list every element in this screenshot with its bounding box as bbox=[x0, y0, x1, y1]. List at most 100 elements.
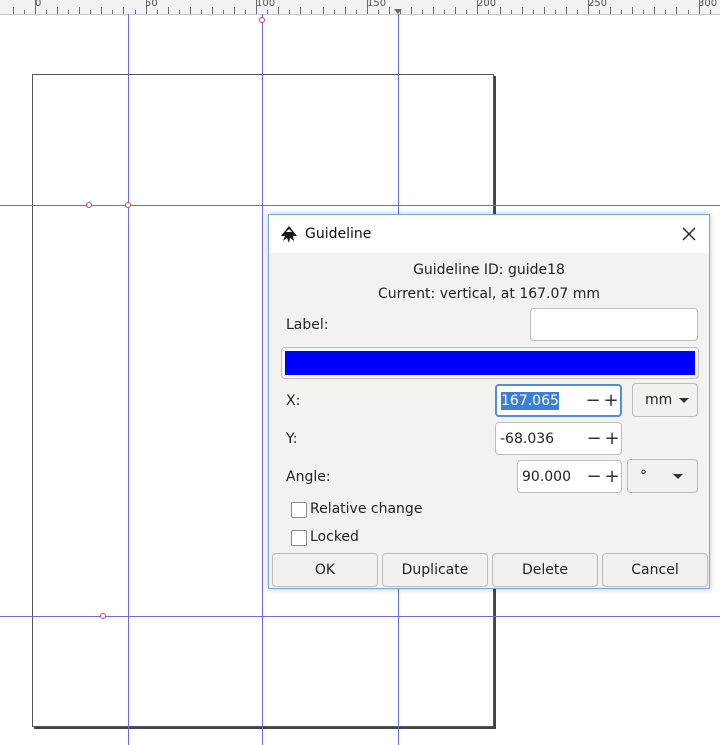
y-increment-button[interactable]: + bbox=[603, 423, 621, 454]
y-caption: Y: bbox=[286, 431, 298, 447]
ruler-tick bbox=[345, 7, 346, 14]
ruler-tick bbox=[35, 0, 36, 14]
x-decrement-button[interactable]: − bbox=[584, 386, 602, 415]
minus-icon: − bbox=[586, 428, 602, 449]
ruler-tick bbox=[511, 10, 512, 14]
ruler-label-150: 150 bbox=[367, 0, 387, 9]
delete-button[interactable]: Delete bbox=[492, 553, 598, 587]
y-decrement-button[interactable]: − bbox=[585, 423, 603, 454]
ruler-tick bbox=[654, 7, 655, 14]
ruler-tick bbox=[68, 10, 69, 14]
ruler-tick bbox=[267, 10, 268, 14]
ruler-tick bbox=[632, 7, 633, 14]
guideline-id-text: Guideline ID: guide18 bbox=[413, 262, 565, 278]
ok-button[interactable]: OK bbox=[272, 553, 378, 587]
ruler-tick bbox=[245, 10, 246, 14]
ruler-tick bbox=[466, 10, 467, 14]
ruler-tick bbox=[566, 7, 567, 14]
ruler-tick bbox=[201, 10, 202, 14]
ruler-tick bbox=[710, 10, 711, 14]
x-increment-button[interactable]: + bbox=[602, 386, 620, 415]
ruler-tick bbox=[676, 7, 677, 14]
ruler-tick bbox=[455, 7, 456, 14]
cancel-button[interactable]: Cancel bbox=[602, 553, 708, 587]
ruler-tick bbox=[256, 0, 257, 14]
label-input[interactable] bbox=[530, 308, 698, 341]
label-caption: Label: bbox=[286, 317, 329, 333]
ruler-tick bbox=[300, 7, 301, 14]
ruler-tick bbox=[577, 10, 578, 14]
unit-dropdown[interactable]: mm bbox=[632, 383, 698, 417]
ruler-tick bbox=[522, 7, 523, 14]
locked-checkbox[interactable] bbox=[291, 530, 307, 546]
ruler-tick bbox=[665, 10, 666, 14]
ruler-tick bbox=[688, 10, 689, 14]
ruler-tick bbox=[46, 10, 47, 14]
inkscape-logo-icon bbox=[281, 226, 297, 243]
locked-label[interactable]: Locked bbox=[310, 529, 359, 545]
ruler-tick bbox=[101, 7, 102, 14]
ruler-tick bbox=[477, 0, 478, 14]
ruler-tick bbox=[212, 7, 213, 14]
ruler-tick bbox=[699, 0, 700, 14]
plus-icon: + bbox=[604, 428, 620, 449]
guide-anchor[interactable] bbox=[86, 202, 92, 208]
angle-decrement-button[interactable]: − bbox=[585, 461, 603, 492]
minus-icon: − bbox=[586, 466, 602, 487]
ruler-tick bbox=[444, 10, 445, 14]
ruler-tick bbox=[422, 10, 423, 14]
x-caption: X: bbox=[286, 393, 301, 409]
ruler-tick bbox=[168, 7, 169, 14]
y-spinbox[interactable]: -68.036 − + bbox=[495, 422, 622, 455]
dialog-titlebar[interactable]: Guideline bbox=[269, 215, 709, 253]
ruler-tick bbox=[334, 10, 335, 14]
x-value[interactable]: 167.065 bbox=[497, 391, 584, 410]
ruler-tick bbox=[555, 10, 556, 14]
guide-vertical[interactable] bbox=[262, 14, 263, 745]
close-button[interactable] bbox=[673, 221, 705, 247]
ruler-tick bbox=[311, 10, 312, 14]
y-value[interactable]: -68.036 bbox=[496, 431, 585, 447]
guide-vertical[interactable] bbox=[128, 14, 129, 745]
minus-icon: − bbox=[585, 390, 601, 411]
dialog-title: Guideline bbox=[305, 226, 372, 242]
plus-icon: + bbox=[603, 390, 619, 411]
guide-horizontal[interactable] bbox=[0, 616, 720, 617]
guide-anchor[interactable] bbox=[259, 17, 265, 23]
ruler-tick bbox=[157, 10, 158, 14]
angle-spinbox[interactable]: 90.000 − + bbox=[517, 460, 622, 493]
ruler-label-100: 100 bbox=[256, 0, 276, 9]
guide-anchor[interactable] bbox=[100, 613, 106, 619]
ruler-tick bbox=[533, 10, 534, 14]
duplicate-button[interactable]: Duplicate bbox=[382, 553, 488, 587]
dropdown-caret-icon bbox=[673, 473, 683, 479]
ruler-tick bbox=[90, 10, 91, 14]
relative-change-label[interactable]: Relative change bbox=[310, 501, 422, 517]
horizontal-ruler[interactable]: 0 50 100 150 200 250 300 bbox=[0, 0, 720, 15]
color-picker-button[interactable] bbox=[281, 347, 699, 379]
relative-change-checkbox[interactable] bbox=[291, 502, 307, 518]
ruler-tick bbox=[500, 7, 501, 14]
ruler-tick bbox=[599, 10, 600, 14]
ruler-tick bbox=[544, 7, 545, 14]
ruler-tick bbox=[123, 7, 124, 14]
ruler-tick bbox=[278, 7, 279, 14]
close-icon bbox=[682, 227, 696, 241]
ruler-label-200: 200 bbox=[477, 0, 497, 9]
ruler-tick bbox=[146, 0, 147, 14]
angle-caption: Angle: bbox=[286, 469, 331, 485]
angle-increment-button[interactable]: + bbox=[603, 461, 621, 492]
ruler-tick bbox=[621, 10, 622, 14]
guide-horizontal[interactable] bbox=[0, 205, 720, 206]
ruler-tick bbox=[367, 0, 368, 14]
ruler-tick bbox=[378, 10, 379, 14]
ruler-tick bbox=[356, 10, 357, 14]
x-spinbox[interactable]: 167.065 − + bbox=[495, 384, 622, 417]
angle-value[interactable]: 90.000 bbox=[518, 469, 585, 485]
ruler-tick bbox=[588, 0, 589, 14]
ruler-tick bbox=[135, 10, 136, 14]
angle-unit-dropdown[interactable]: ° bbox=[627, 459, 698, 493]
guide-anchor[interactable] bbox=[125, 202, 131, 208]
current-position-text: Current: vertical, at 167.07 mm bbox=[377, 286, 601, 302]
ruler-tick bbox=[190, 7, 191, 14]
